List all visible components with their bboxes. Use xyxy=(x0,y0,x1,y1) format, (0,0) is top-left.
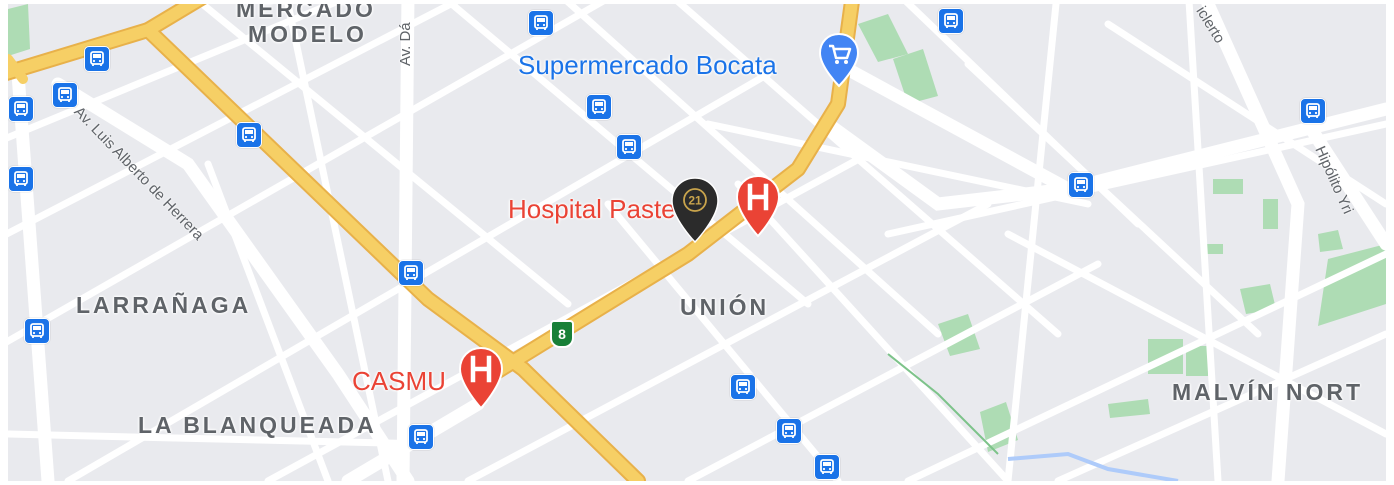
shopping-cart-icon[interactable] xyxy=(818,32,860,93)
location-pin-icon[interactable]: 21 xyxy=(670,176,720,249)
bus-icon[interactable] xyxy=(616,134,642,160)
area-label-modelo: MODELO xyxy=(248,21,367,47)
bus-icon[interactable] xyxy=(8,96,34,122)
marker-badge: 21 xyxy=(688,194,702,208)
poi-label-casmu[interactable]: CASMU xyxy=(352,368,446,394)
bus-icon[interactable] xyxy=(8,166,34,192)
hospital-icon[interactable] xyxy=(458,346,504,415)
hospital-icon[interactable] xyxy=(735,174,781,243)
bus-icon[interactable] xyxy=(730,374,756,400)
area-label-malvin-norte: MALVÍN NORT xyxy=(1172,379,1364,405)
bus-icon[interactable] xyxy=(408,424,434,450)
bus-icon[interactable] xyxy=(1300,98,1326,124)
area-label-larranaga: LARRAÑAGA xyxy=(76,292,252,318)
bus-icon[interactable] xyxy=(776,418,802,444)
area-label-mercado: MERCADO xyxy=(236,4,376,22)
bus-icon[interactable] xyxy=(814,454,840,480)
map-canvas[interactable]: MERCADO MODELO LARRAÑAGA UNIÓN LA BLANQU… xyxy=(8,4,1386,481)
area-label-la-blanqueada: LA BLANQUEADA xyxy=(138,412,377,438)
bus-icon[interactable] xyxy=(398,260,424,286)
area-label-union: UNIÓN xyxy=(680,294,770,320)
route-shield: 8 xyxy=(550,320,574,348)
bus-icon[interactable] xyxy=(236,122,262,148)
bus-icon[interactable] xyxy=(586,94,612,120)
bus-icon[interactable] xyxy=(528,10,554,36)
poi-label-supermercado[interactable]: Supermercado Bocata xyxy=(518,52,777,78)
bus-icon[interactable] xyxy=(52,82,78,108)
bus-icon[interactable] xyxy=(24,318,50,344)
bus-icon[interactable] xyxy=(938,8,964,34)
street-label-av-da: Av. Dá xyxy=(397,22,414,66)
bus-icon[interactable] xyxy=(1068,172,1094,198)
bus-icon[interactable] xyxy=(84,46,110,72)
